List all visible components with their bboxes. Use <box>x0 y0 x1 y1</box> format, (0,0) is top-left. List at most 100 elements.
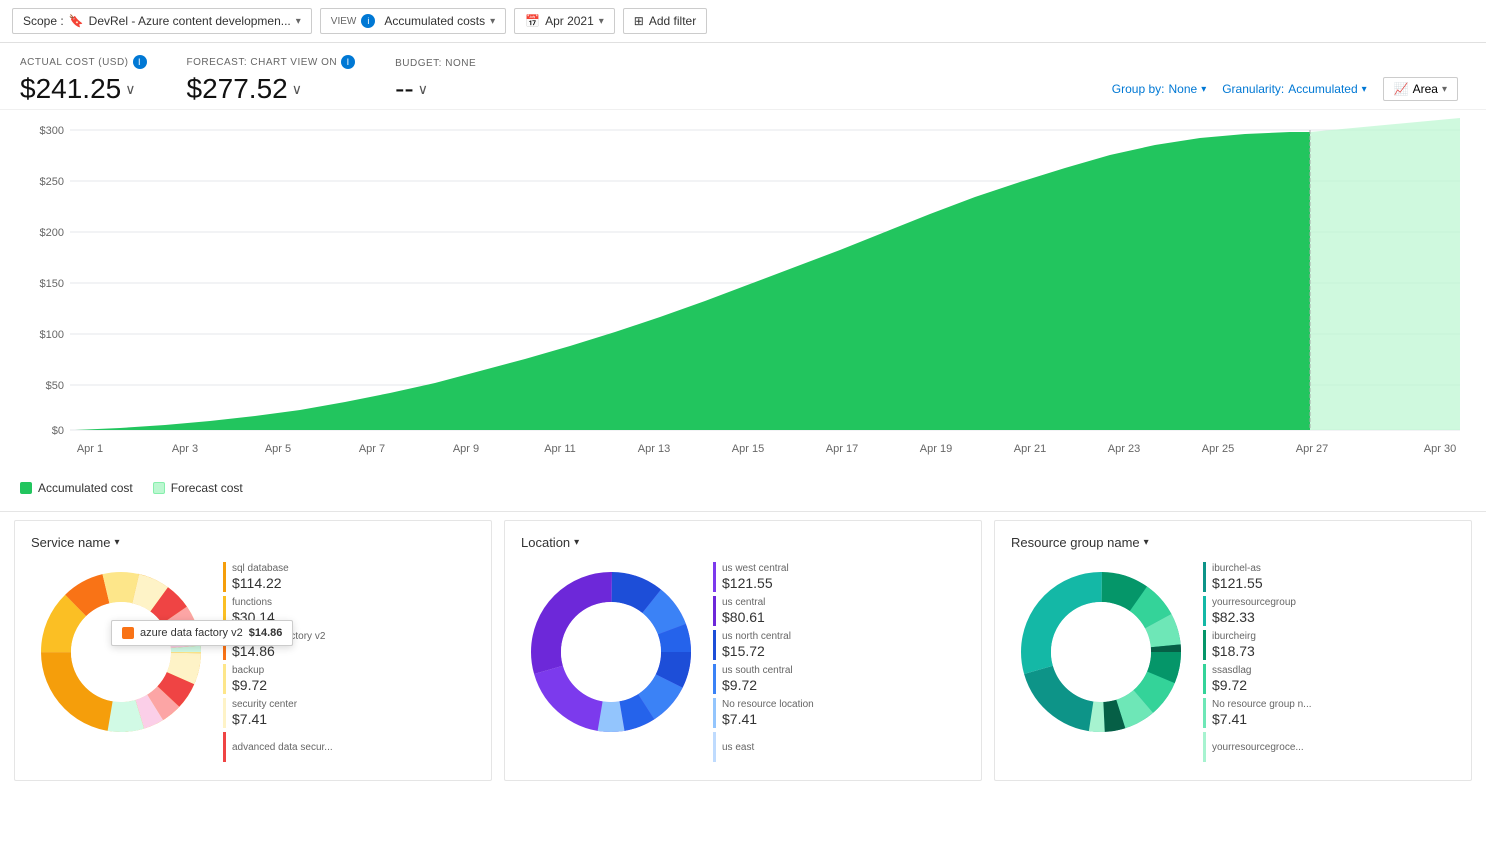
period-value: Apr 2021 <box>545 14 594 28</box>
service-panel-chevron-icon: ▾ <box>114 537 119 548</box>
list-item: us west central $121.55 <box>713 562 965 592</box>
resource-bar-6 <box>1203 732 1206 762</box>
svg-text:Apr 13: Apr 13 <box>638 443 670 455</box>
panels-row: Service name ▾ <box>0 511 1486 789</box>
service-panel: Service name ▾ <box>14 520 492 781</box>
chart-type-button[interactable]: 📈 Area ▾ <box>1383 77 1458 101</box>
service-donut-wrapper: azure data factory v2 $14.86 <box>31 562 211 745</box>
list-item: No resource location $7.41 <box>713 698 965 728</box>
svg-text:Apr 19: Apr 19 <box>920 443 952 455</box>
resource-panel-chevron-icon: ▾ <box>1144 537 1149 548</box>
period-chevron-icon: ▾ <box>599 16 604 27</box>
add-filter-button[interactable]: ⊞ Add filter <box>623 8 707 34</box>
scope-icon: 🔖 <box>69 14 84 28</box>
actual-cost-kpi: ACTUAL COST (USD) i $241.25 ∨ <box>20 55 147 105</box>
budget-kpi: BUDGET: NONE -- ∨ <box>395 58 476 105</box>
granularity-label: Granularity: <box>1222 82 1284 96</box>
actual-cost-label: ACTUAL COST (USD) <box>20 57 129 68</box>
scope-chevron-icon: ▾ <box>296 16 301 27</box>
forecast-cost-chevron-icon[interactable]: ∨ <box>292 81 302 98</box>
svg-text:Apr 11: Apr 11 <box>544 443 576 455</box>
location-bar-6 <box>713 732 716 762</box>
legend-accumulated-label: Accumulated cost <box>38 481 133 495</box>
location-panel-title[interactable]: Location ▾ <box>521 535 965 550</box>
svg-text:Apr 17: Apr 17 <box>826 443 858 455</box>
forecast-cost-label: FORECAST: CHART VIEW ON <box>187 57 338 68</box>
location-donut-chart <box>521 562 701 742</box>
resource-bar-5 <box>1203 698 1206 728</box>
svg-text:Apr 25: Apr 25 <box>1202 443 1234 455</box>
list-item: us south central $9.72 <box>713 664 965 694</box>
svg-text:$0: $0 <box>52 425 64 437</box>
list-item: security center $7.41 <box>223 698 475 728</box>
actual-cost-chevron-icon[interactable]: ∨ <box>125 81 135 98</box>
resource-donut-chart <box>1011 562 1191 742</box>
service-bar-4 <box>223 664 226 694</box>
svg-text:Apr 21: Apr 21 <box>1014 443 1046 455</box>
location-panel-title-label: Location <box>521 535 570 550</box>
resource-panel: Resource group name ▾ <box>994 520 1472 781</box>
list-item: iburchel-as $121.55 <box>1203 562 1455 592</box>
svg-text:$300: $300 <box>40 125 64 137</box>
resource-panel-content: iburchel-as $121.55 yourresourcegroup $8… <box>1011 562 1455 766</box>
tooltip-value: $14.86 <box>249 627 283 639</box>
area-chart: $300 $250 $200 $150 $100 $50 $0 Apr 1 Ap… <box>0 110 1486 473</box>
budget-value: -- <box>395 73 414 105</box>
period-button[interactable]: 📅 Apr 2021 ▾ <box>514 8 615 34</box>
resource-bar-4 <box>1203 664 1206 694</box>
filter-icon: ⊞ <box>634 14 644 28</box>
svg-text:$100: $100 <box>40 329 64 341</box>
list-item: us central $80.61 <box>713 596 965 626</box>
view-chevron-icon: ▾ <box>490 16 495 27</box>
svg-text:Apr 9: Apr 9 <box>453 443 479 455</box>
legend-forecast-label: Forecast cost <box>171 481 243 495</box>
svg-text:Apr 30: Apr 30 <box>1424 443 1456 455</box>
service-panel-title[interactable]: Service name ▾ <box>31 535 475 550</box>
list-item: yourresourcegroup $82.33 <box>1203 596 1455 626</box>
view-label: VIEW <box>331 16 357 27</box>
tooltip-color-dot <box>122 627 134 639</box>
group-by-dropdown[interactable]: Group by: None ▾ <box>1112 82 1206 96</box>
service-bar-5 <box>223 698 226 728</box>
info-icon[interactable]: i <box>361 14 375 28</box>
svg-text:Apr 27: Apr 27 <box>1296 443 1328 455</box>
scope-name: DevRel - Azure content developmen... <box>89 14 291 28</box>
svg-text:$250: $250 <box>40 176 64 188</box>
chart-controls: Group by: None ▾ Granularity: Accumulate… <box>1112 77 1466 105</box>
service-legend-list: sql database $114.22 functions $30.14 az… <box>223 562 475 766</box>
location-bar-5 <box>713 698 716 728</box>
service-donut-chart <box>31 562 211 742</box>
legend-forecast: Forecast cost <box>153 481 243 495</box>
list-item: iburcheirg $18.73 <box>1203 630 1455 660</box>
resource-panel-title[interactable]: Resource group name ▾ <box>1011 535 1455 550</box>
resource-bar-3 <box>1203 630 1206 660</box>
location-bar-4 <box>713 664 716 694</box>
view-value: Accumulated costs <box>384 14 485 28</box>
list-item: us east <box>713 732 965 762</box>
list-item: yourresourcegroce... <box>1203 732 1455 762</box>
forecast-cost-value: $277.52 <box>187 73 288 105</box>
forecast-area <box>1310 118 1460 430</box>
location-bar-3 <box>713 630 716 660</box>
location-panel-content: us west central $121.55 us central $80.6… <box>521 562 965 766</box>
forecast-cost-info-icon[interactable]: i <box>341 55 355 69</box>
view-button[interactable]: VIEW i Accumulated costs ▾ <box>320 8 506 34</box>
budget-chevron-icon[interactable]: ∨ <box>418 81 428 98</box>
group-by-chevron-icon: ▾ <box>1201 84 1206 95</box>
toolbar: Scope : 🔖 DevRel - Azure content develop… <box>0 0 1486 43</box>
chart-type-chevron-icon: ▾ <box>1442 84 1447 95</box>
chart-type-label: Area <box>1413 82 1438 96</box>
location-donut-wrapper <box>521 562 701 745</box>
calendar-icon: 📅 <box>525 14 540 28</box>
svg-text:Apr 1: Apr 1 <box>77 443 103 455</box>
chart-type-icon: 📈 <box>1394 82 1409 96</box>
scope-button[interactable]: Scope : 🔖 DevRel - Azure content develop… <box>12 8 312 34</box>
granularity-dropdown[interactable]: Granularity: Accumulated ▾ <box>1222 82 1366 96</box>
svg-text:Apr 15: Apr 15 <box>732 443 764 455</box>
list-item: us north central $15.72 <box>713 630 965 660</box>
resource-legend-list: iburchel-as $121.55 yourresourcegroup $8… <box>1203 562 1455 766</box>
actual-cost-info-icon[interactable]: i <box>133 55 147 69</box>
service-panel-content: azure data factory v2 $14.86 sql databas… <box>31 562 475 766</box>
actual-cost-value: $241.25 <box>20 73 121 105</box>
svg-text:Apr 5: Apr 5 <box>265 443 291 455</box>
